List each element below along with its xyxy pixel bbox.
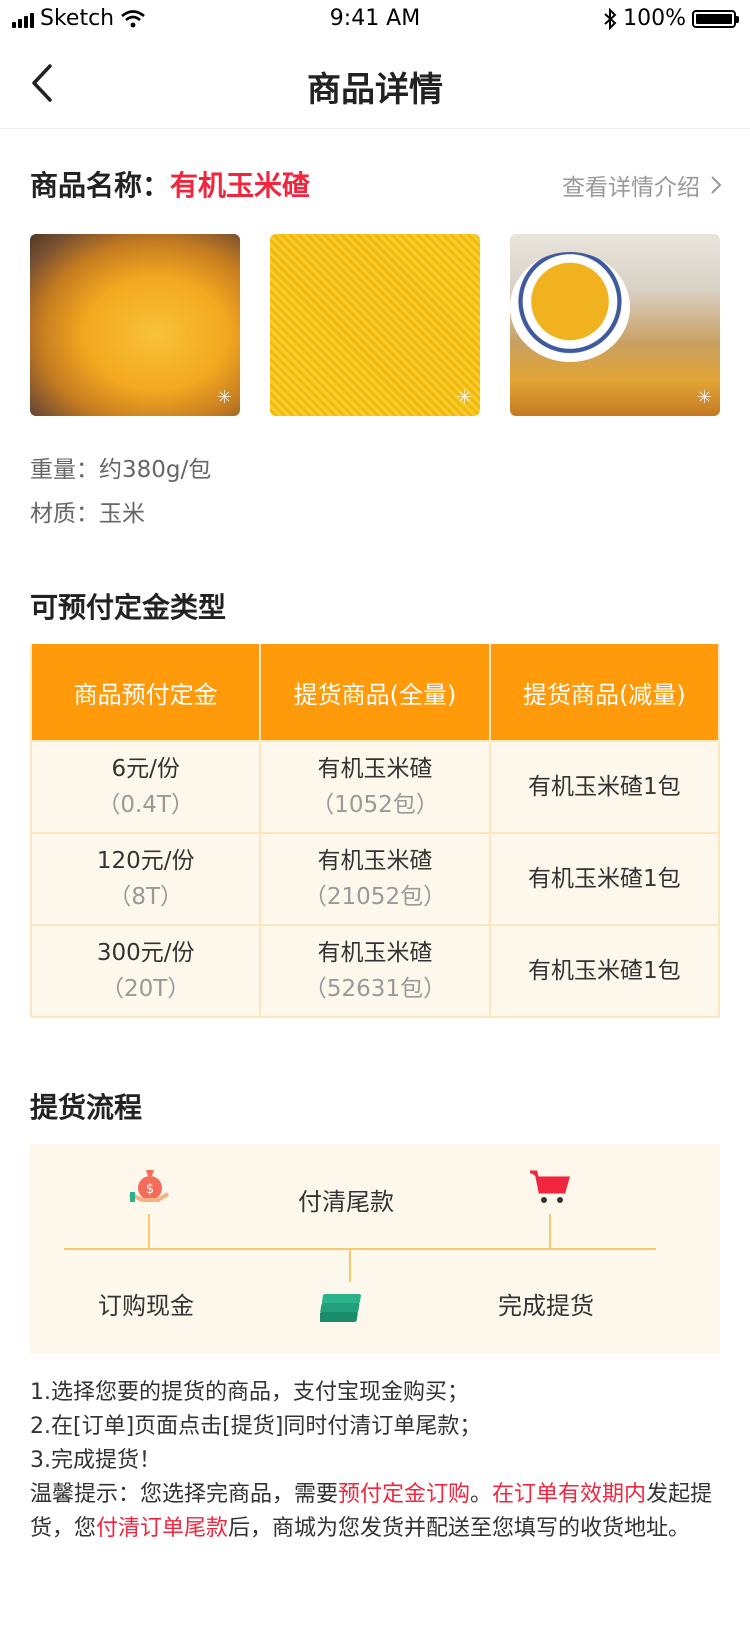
battery-label: 100% — [623, 6, 686, 31]
price-sub: （0.4T） — [97, 792, 194, 818]
price-cell: 6元/份 （0.4T） — [29, 740, 262, 834]
process-section-title: 提货流程 — [30, 1091, 143, 1124]
price-cell: 300元/份 （20T） — [29, 924, 262, 1018]
full-value: 有机玉米碴 — [317, 848, 433, 874]
bowl-shape — [510, 252, 630, 362]
cart-icon — [530, 1170, 570, 1203]
step-done-label: 完成提货 — [498, 1292, 594, 1320]
price-value: 300元/份 — [96, 940, 195, 966]
full-value: 有机玉米碴 — [317, 940, 433, 966]
table-header-row: 商品预付定金 提货商品(全量) 提货商品(减量) — [29, 644, 721, 741]
price-cell: 120元/份 （8T） — [29, 832, 262, 926]
product-material: 材质：玉米 — [30, 501, 145, 527]
flow-connector — [549, 1214, 551, 1248]
money-bag-icon: $ — [129, 1170, 170, 1202]
tip-text: 温馨提示：您选择完商品，需要 — [30, 1482, 339, 1507]
instruction-line-2: 2.在[订单]页面点击[提货]同时付清订单尾款； — [30, 1414, 482, 1439]
flow-connector — [148, 1214, 150, 1248]
full-cell: 有机玉米碴 （21052包） — [259, 832, 491, 926]
product-image-3[interactable]: ✳ — [510, 234, 720, 416]
tip-highlight: 付清订单尾款 — [96, 1516, 229, 1541]
step-order-label: 订购现金 — [98, 1292, 194, 1320]
price-sub: （20T） — [101, 976, 191, 1002]
full-cell: 有机玉米碴 （52631包） — [259, 924, 491, 1018]
tip-text: 。 — [470, 1482, 493, 1507]
tip-text: 后，商城为您发货并配送至您填写的收货地址。 — [228, 1516, 691, 1541]
price-value: 120元/份 — [96, 848, 195, 874]
full-value: 有机玉米碴 — [317, 756, 433, 782]
product-name-label: 商品名称： — [30, 169, 171, 202]
chevron-right-icon — [711, 176, 722, 194]
full-cell: 有机玉米碴 （1052包） — [259, 740, 491, 834]
product-image-2[interactable]: ✳ — [270, 234, 480, 416]
product-weight: 重量：约380g/包 — [30, 457, 212, 483]
full-sub: （21052包） — [303, 884, 447, 910]
flow-timeline — [64, 1248, 656, 1250]
status-right: 100% — [603, 6, 739, 31]
table-header-price: 商品预付定金 — [29, 644, 262, 741]
deposit-section-title: 可预付定金类型 — [30, 591, 227, 624]
table-header-reduced: 提货商品(减量) — [488, 644, 721, 741]
instruction-line-3: 3.完成提货！ — [30, 1448, 161, 1473]
flow-connector — [349, 1250, 351, 1282]
watermark-icon: ✳ — [696, 387, 712, 408]
reduced-cell: 有机玉米碴1包 — [488, 924, 721, 1018]
product-image-1[interactable]: ✳ — [30, 234, 240, 416]
table-row[interactable]: 6元/份 （0.4T） 有机玉米碴 （1052包） 有机玉米碴1包 — [29, 740, 721, 834]
svg-text:$: $ — [146, 1182, 154, 1197]
tip-paragraph: 温馨提示：您选择完商品，需要预付定金订购。在订单有效期内发起提货，您付清订单尾款… — [30, 1478, 730, 1546]
watermark-icon: ✳ — [216, 387, 232, 408]
status-bar: Sketch 9:41 AM 100% — [0, 0, 750, 40]
table-header-full: 提货商品(全量) — [259, 644, 491, 741]
tip-highlight: 预付定金订购 — [338, 1482, 471, 1507]
table-row[interactable]: 300元/份 （20T） 有机玉米碴 （52631包） 有机玉米碴1包 — [29, 924, 721, 1018]
price-sub: （8T） — [108, 884, 183, 910]
product-name-row: 商品名称：有机玉米碴 — [30, 164, 310, 204]
cash-stack-icon — [320, 1294, 361, 1322]
full-sub: （52631包） — [303, 976, 447, 1002]
table-row[interactable]: 120元/份 （8T） 有机玉米碴 （21052包） 有机玉米碴1包 — [29, 832, 721, 926]
nav-bar: 商品详情 — [0, 40, 750, 129]
battery-icon — [692, 9, 739, 28]
reduced-cell: 有机玉米碴1包 — [488, 832, 721, 926]
tip-highlight: 在订单有效期内 — [492, 1482, 647, 1507]
instructions: 1.选择您要的提货的商品，支付宝现金购买； 2.在[订单]页面点击[提货]同时付… — [30, 1376, 730, 1546]
bluetooth-icon — [604, 7, 617, 30]
step-pay-label: 付清尾款 — [298, 1188, 394, 1216]
reduced-cell: 有机玉米碴1包 — [488, 740, 721, 834]
deposit-table: 商品预付定金 提货商品(全量) 提货商品(减量) 6元/份 （0.4T） 有机玉米… — [29, 644, 721, 1018]
process-flow: $ 付清尾款 订购现金 完成提货 — [30, 1144, 720, 1354]
price-value: 6元/份 — [111, 756, 180, 782]
view-details-link[interactable]: 查看详情介绍 — [562, 168, 722, 202]
product-image-gallery: ✳ ✳ ✳ — [30, 234, 720, 416]
full-sub: （1052包） — [311, 792, 439, 818]
watermark-icon: ✳ — [456, 387, 472, 408]
page-title: 商品详情 — [307, 70, 443, 110]
product-name-value: 有机玉米碴 — [170, 169, 311, 202]
view-details-label: 查看详情介绍 — [562, 175, 700, 201]
instruction-line-1: 1.选择您要的提货的商品，支付宝现金购买； — [30, 1380, 469, 1405]
